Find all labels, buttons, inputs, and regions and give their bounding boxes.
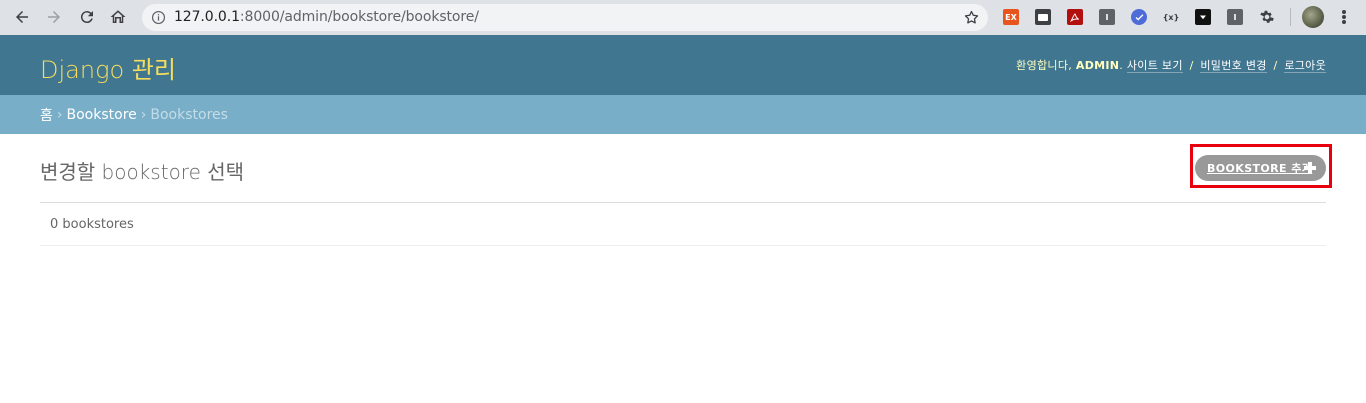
welcome-text: 환영합니다,: [1016, 59, 1073, 72]
logout-link[interactable]: 로그아웃: [1284, 59, 1326, 73]
admin-header: Django 관리 환영합니다, ADMIN. 사이트 보기 / 비밀번호 변경…: [0, 35, 1366, 95]
address-bar[interactable]: 127.0.0.1:8000/admin/bookstore/bookstore…: [142, 4, 988, 31]
user-tools: 환영합니다, ADMIN. 사이트 보기 / 비밀번호 변경 / 로그아웃: [1016, 59, 1326, 73]
download-extension-icon[interactable]: [1195, 9, 1211, 25]
breadcrumb-separator: ›: [56, 106, 63, 123]
forward-arrow-icon[interactable]: [43, 6, 65, 28]
info-icon[interactable]: [151, 10, 166, 25]
username: ADMIN: [1075, 59, 1120, 72]
result-count: 0 bookstores: [50, 217, 134, 232]
changelist-results: 0 bookstores: [40, 202, 1326, 246]
view-site-link[interactable]: 사이트 보기: [1126, 59, 1183, 73]
back-arrow-icon[interactable]: [11, 6, 33, 28]
url-path: :8000/admin/bookstore/bookstore/: [239, 9, 479, 25]
check-extension-icon[interactable]: [1131, 9, 1147, 25]
pdf-extension-icon[interactable]: [1067, 9, 1083, 25]
breadcrumb-separator: ›: [140, 106, 147, 123]
gear-extension-icon[interactable]: [1259, 9, 1275, 25]
breadcrumb-app[interactable]: Bookstore: [67, 107, 137, 123]
browser-menu-icon[interactable]: [1336, 9, 1352, 25]
breadcrumb: 홈 › Bookstore › Bookstores: [0, 95, 1366, 134]
reload-icon[interactable]: [76, 6, 98, 28]
add-button-label: BOOKSTORE 추가: [1207, 162, 1313, 175]
ex-extension-icon[interactable]: EX: [1003, 9, 1019, 25]
bookmark-star-icon[interactable]: [963, 9, 980, 26]
plus-icon: [1304, 162, 1316, 174]
i-extension-icon-1[interactable]: I: [1099, 9, 1115, 25]
url-text[interactable]: 127.0.0.1:8000/admin/bookstore/bookstore…: [174, 9, 479, 25]
separator: /: [1189, 59, 1194, 72]
screen-extension-icon[interactable]: [1035, 9, 1051, 25]
i-extension-icon-2[interactable]: I: [1227, 9, 1243, 25]
breadcrumb-home[interactable]: 홈: [40, 105, 53, 125]
add-bookstore-button[interactable]: BOOKSTORE 추가: [1195, 155, 1326, 181]
separator: /: [1273, 59, 1278, 72]
profile-avatar[interactable]: [1302, 6, 1324, 28]
site-branding[interactable]: Django 관리: [40, 50, 176, 85]
breadcrumb-current: Bookstores: [150, 106, 228, 123]
browser-toolbar: 127.0.0.1:8000/admin/bookstore/bookstore…: [0, 0, 1366, 35]
home-icon[interactable]: [107, 6, 129, 28]
url-host: 127.0.0.1: [174, 9, 240, 25]
change-password-link[interactable]: 비밀번호 변경: [1200, 59, 1267, 73]
json-extension-icon[interactable]: {x}: [1163, 9, 1179, 25]
page-title: 변경할 bookstore 선택: [40, 160, 245, 184]
toolbar-divider: [1290, 8, 1291, 26]
